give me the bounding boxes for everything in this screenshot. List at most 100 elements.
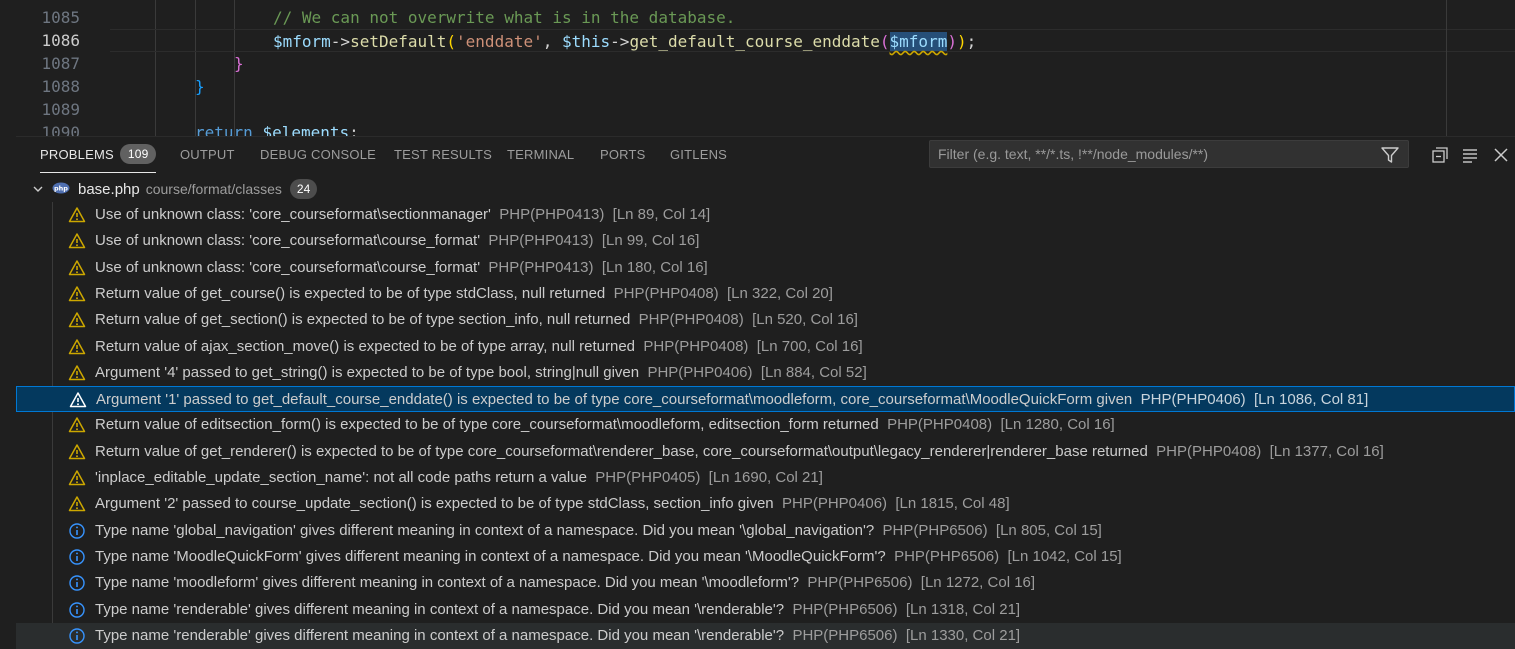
problem-message: Type name 'moodleform' gives different m…: [95, 574, 800, 592]
operator: ->: [610, 32, 630, 51]
tab-gitlens[interactable]: GITLENS: [670, 137, 727, 173]
problem-message: Return value of editsection_form() is ex…: [95, 416, 879, 434]
problem-source: PHP(PHP6506): [807, 574, 913, 592]
minimap-edge: [1446, 0, 1447, 136]
problem-source: PHP(PHP0405): [595, 469, 701, 486]
problem-position: [Ln 1318, Col 21]: [905, 600, 1021, 618]
tab-ports[interactable]: PORTS: [600, 137, 646, 173]
problem-message: Return value of get_section() is expecte…: [95, 311, 631, 329]
close-icon[interactable]: [1491, 145, 1511, 165]
problem-source: PHP(PHP6506): [792, 626, 898, 644]
info-icon: [69, 628, 85, 644]
problem-message: Use of unknown class: 'core_courseformat…: [95, 232, 481, 250]
problem-source: PHP(PHP0406): [781, 495, 888, 513]
variable: $this: [562, 32, 611, 51]
chevron-down-icon[interactable]: [32, 183, 44, 195]
problem-text: Use of unknown class: 'core_courseformat…: [95, 228, 699, 254]
problem-position: [Ln 1377, Col 16]: [1269, 442, 1384, 460]
problems-count-badge: 109: [119, 144, 157, 164]
problem-row[interactable]: Return value of get_renderer() is expect…: [16, 439, 1515, 465]
function-name: setDefault: [350, 32, 447, 51]
problem-message: Argument '1' passed to get_default_cours…: [96, 391, 1133, 409]
problem-row[interactable]: Type name 'global_navigation' gives diff…: [16, 518, 1515, 544]
problem-text: Type name 'renderable' gives different m…: [95, 623, 1020, 649]
problem-message: Type name 'MoodleQuickForm' gives differ…: [95, 547, 886, 565]
warning-icon: [68, 443, 86, 459]
problem-row[interactable]: Argument '4' passed to get_string() is e…: [16, 360, 1515, 386]
problem-position: [Ln 180, Col 16]: [601, 258, 708, 276]
line-number: 1089: [41, 100, 80, 119]
problem-row[interactable]: Return value of ajax_section_move() is e…: [16, 334, 1515, 360]
problem-text: Return value of get_section() is expecte…: [95, 307, 858, 333]
problem-row[interactable]: 'inplace_editable_update_section_name': …: [16, 465, 1515, 491]
problem-source: PHP(PHP0406): [647, 363, 753, 381]
warning-icon: [68, 496, 86, 512]
function-name: get_default_course_enddate: [629, 32, 880, 51]
problem-text: Argument '2' passed to course_update_sec…: [95, 491, 1010, 517]
problem-text: Argument '4' passed to get_string() is e…: [95, 360, 867, 386]
filter-icon[interactable]: [1380, 145, 1400, 165]
tab-terminal[interactable]: TERMINAL: [507, 137, 574, 173]
problem-row[interactable]: Use of unknown class: 'core_courseformat…: [16, 202, 1515, 228]
problems-filter: [929, 140, 1409, 168]
problem-row[interactable]: Type name 'renderable' gives different m…: [16, 622, 1515, 649]
code-area[interactable]: // We can not overwrite what is in the d…: [110, 0, 1515, 136]
problem-text: Type name 'renderable' gives different m…: [95, 597, 1020, 623]
code-editor[interactable]: 1084 1085 1086 1087 1088 1089 1090 // We…: [0, 0, 1515, 136]
problem-source: PHP(PHP6506): [882, 521, 988, 539]
comma: ,: [542, 32, 562, 51]
warning-icon: [68, 365, 86, 381]
problem-message: Return value of get_course() is expected…: [95, 284, 606, 302]
problem-row-selected[interactable]: Argument '1' passed to get_default_cours…: [16, 386, 1515, 413]
problem-position: [Ln 322, Col 20]: [727, 284, 833, 302]
panel-tabs: PROBLEMS 109 OUTPUT DEBUG CONSOLE TEST RE…: [16, 137, 1515, 173]
problem-row[interactable]: Argument '2' passed to course_update_sec…: [16, 491, 1515, 517]
problem-row[interactable]: Type name 'renderable' gives different m…: [16, 597, 1515, 623]
warning-icon: [68, 286, 86, 302]
error-argument[interactable]: $mform: [889, 32, 948, 51]
problem-source: PHP(PHP0413): [488, 232, 594, 250]
problem-text: Return value of ajax_section_move() is e…: [95, 334, 863, 360]
problem-message: Use of unknown class: 'core_courseformat…: [95, 206, 491, 223]
info-icon: [69, 601, 85, 618]
problem-row[interactable]: Return value of editsection_form() is ex…: [16, 412, 1515, 438]
problem-row[interactable]: Use of unknown class: 'core_courseformat…: [16, 255, 1515, 281]
problem-source: PHP(PHP0413): [499, 206, 605, 223]
problem-position: [Ln 1690, Col 21]: [708, 469, 823, 486]
problem-source: PHP(PHP6506): [792, 600, 898, 618]
code-line: return $elements;: [110, 121, 1515, 136]
keyword: return: [195, 123, 253, 136]
problem-source: PHP(PHP0408): [638, 311, 744, 329]
problem-source: PHP(PHP0408): [887, 416, 993, 434]
warning-icon: [68, 417, 86, 433]
view-as-list-icon[interactable]: [1460, 145, 1480, 165]
problem-position: [Ln 884, Col 52]: [760, 363, 867, 381]
warning-icon: [68, 207, 86, 223]
tab-output[interactable]: OUTPUT: [180, 137, 235, 173]
problem-row[interactable]: Type name 'moodleform' gives different m…: [16, 570, 1515, 596]
problem-message: Argument '2' passed to course_update_sec…: [95, 495, 774, 513]
file-group-row[interactable]: php base.php course/format/classes 24: [16, 176, 1515, 202]
problem-position: [Ln 89, Col 14]: [612, 206, 711, 223]
filter-input[interactable]: [930, 141, 1386, 167]
problem-row[interactable]: Use of unknown class: 'core_courseformat…: [16, 228, 1515, 254]
code-line: // We can not overwrite what is in the d…: [110, 6, 1515, 29]
line-number-current: 1086: [41, 31, 80, 50]
problem-text: Return value of editsection_form() is ex…: [95, 412, 1115, 438]
tab-problems[interactable]: PROBLEMS 109: [40, 137, 157, 173]
string: 'enddate': [456, 32, 543, 51]
problem-source: PHP(PHP6506): [894, 547, 1000, 565]
problem-position: [Ln 1042, Col 15]: [1007, 547, 1122, 565]
paren: ): [956, 32, 967, 51]
line-number: 1088: [41, 77, 80, 96]
problem-row[interactable]: Return value of get_course() is expected…: [16, 281, 1515, 307]
tab-debug-console[interactable]: DEBUG CONSOLE: [260, 137, 376, 173]
collapse-all-icon[interactable]: [1430, 145, 1450, 165]
problem-source: PHP(PHP0413): [488, 258, 594, 276]
tab-test-results[interactable]: TEST RESULTS: [394, 137, 492, 173]
problem-position: [Ln 99, Col 16]: [601, 232, 700, 250]
problem-row[interactable]: Type name 'MoodleQuickForm' gives differ…: [16, 544, 1515, 570]
problem-position: [Ln 520, Col 16]: [752, 311, 858, 329]
warning-icon: [69, 392, 87, 408]
problem-row[interactable]: Return value of get_section() is expecte…: [16, 307, 1515, 333]
